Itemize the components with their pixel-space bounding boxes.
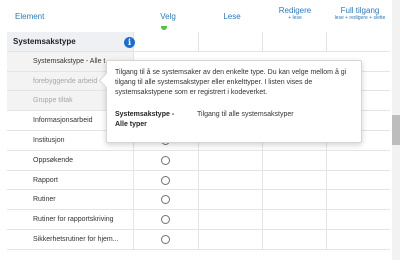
- row-label: Sikkerhetsrutiner for hjem...: [7, 229, 134, 249]
- table-row[interactable]: Rapport: [7, 170, 390, 191]
- velg-radio[interactable]: [161, 215, 170, 225]
- column-divider: [262, 170, 263, 190]
- section-title: Systemsakstype: [7, 32, 134, 51]
- velg-radio[interactable]: [161, 234, 170, 244]
- tooltip-text: Tilgang til å se systemsaker av den enke…: [115, 69, 347, 96]
- column-divider: [262, 190, 263, 210]
- info-icon[interactable]: i: [124, 37, 135, 48]
- column-divider: [198, 32, 199, 51]
- column-divider: [198, 229, 199, 249]
- column-divider: [262, 150, 263, 170]
- table-row[interactable]: Oppsøkende: [7, 150, 390, 171]
- column-divider: [326, 150, 327, 170]
- column-divider: [326, 190, 327, 210]
- header-full-label: Full tilgang: [340, 6, 380, 15]
- header-redigere-sub: + lese: [288, 15, 302, 21]
- row-label: Oppsøkende: [7, 150, 134, 170]
- column-divider: [326, 170, 327, 190]
- table-row[interactable]: Sikkerhetsrutiner for hjem...: [7, 229, 390, 250]
- column-divider: [326, 229, 327, 249]
- row-label: Rutiner: [7, 190, 134, 210]
- column-divider: [198, 170, 199, 190]
- column-divider: [262, 210, 263, 229]
- scrollbar-thumb[interactable]: [392, 115, 400, 145]
- column-divider: [262, 32, 263, 51]
- row-label: Rapport: [7, 170, 134, 190]
- column-divider: [198, 210, 199, 229]
- velg-radio[interactable]: [161, 175, 170, 185]
- column-divider: [198, 190, 199, 210]
- table-row[interactable]: Rutiner: [7, 190, 390, 211]
- column-divider: [326, 32, 327, 51]
- header-velg[interactable]: Velg: [150, 12, 186, 21]
- header-lese[interactable]: Lese: [214, 12, 250, 21]
- column-divider: [198, 150, 199, 170]
- info-tooltip: Tilgang til å se systemsaker av den enke…: [106, 60, 362, 143]
- column-divider: [262, 229, 263, 249]
- header-full-sub: lese + redigere + slette: [334, 15, 386, 21]
- velg-radio[interactable]: [161, 155, 170, 165]
- header-full-tilgang[interactable]: Full tilgang lese + redigere + slette: [330, 6, 390, 22]
- tooltip-definition: Tilgang til alle systemsakstyper: [197, 111, 294, 118]
- velg-radio[interactable]: [161, 195, 170, 205]
- header-redigere[interactable]: Redigere + lese: [270, 6, 320, 22]
- table-header: Element Velg Lese Redigere + lese Full t…: [0, 0, 390, 32]
- section-row-systemsakstype: Systemsakstype i: [7, 32, 390, 52]
- row-label: Rutiner for rapportskriving: [7, 210, 134, 229]
- column-divider: [326, 210, 327, 229]
- header-element: Element: [15, 12, 45, 21]
- tooltip-term: Systemsakstype - Alle typer: [115, 111, 175, 128]
- table-row[interactable]: Rutiner for rapportskriving: [7, 210, 390, 230]
- selected-radio-indicator: [161, 26, 167, 30]
- header-redigere-label: Redigere: [278, 6, 312, 15]
